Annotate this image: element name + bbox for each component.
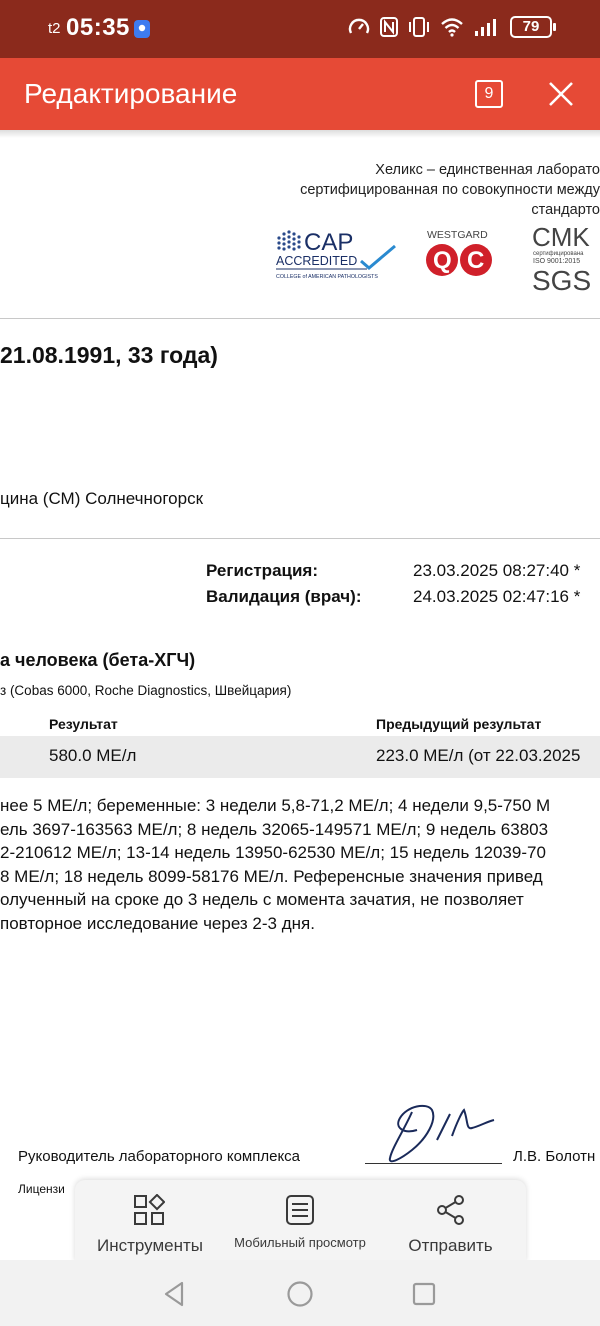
svg-text:SGS: SGS bbox=[532, 265, 591, 294]
mobile-view-label: Мобильный просмотр bbox=[234, 1235, 366, 1250]
wifi-icon bbox=[441, 18, 463, 37]
status-bar: t2 05:35 79 bbox=[0, 0, 600, 58]
svg-text:CAP: CAP bbox=[304, 229, 353, 256]
lab-header-line: стандарто bbox=[531, 202, 600, 218]
clock: 05:35 bbox=[66, 14, 130, 41]
reference-line: олученный на сроке до 3 недель с момента… bbox=[0, 890, 524, 909]
reference-line: повторное исследование через 2-3 дня. bbox=[0, 913, 315, 933]
result-value: 580.0 МЕ/л bbox=[49, 746, 137, 765]
tools-icon bbox=[134, 1194, 165, 1225]
cmk-sgs-logo: CMK сертифицирована ISO 9001:2015 SGS bbox=[532, 222, 591, 294]
reference-values: нее 5 МЕ/л; беременные: 3 недели 5,8-71,… bbox=[0, 794, 550, 935]
svg-text:ISO 9001:2015: ISO 9001:2015 bbox=[533, 258, 580, 265]
document-view-icon bbox=[286, 1195, 314, 1225]
speedometer-icon bbox=[348, 18, 370, 34]
signal-icon bbox=[475, 19, 496, 36]
test-method: з (Cobas 6000, Roche Diagnostics, Швейца… bbox=[0, 683, 292, 698]
validation-value: 24.03.2025 02:47:16 * bbox=[413, 587, 581, 606]
page-title: Редактирование bbox=[24, 78, 238, 109]
patient-dob: 21.08.1991, 33 года) bbox=[0, 342, 218, 368]
back-icon[interactable] bbox=[160, 1280, 188, 1308]
westgard-qc-logo: WESTGARD Q C bbox=[426, 229, 492, 276]
svg-text:COLLEGE of AMERICAN PATHOLOGIS: COLLEGE of AMERICAN PATHOLOGISTS bbox=[276, 274, 378, 280]
mobile-view-button[interactable]: Мобильный просмотр bbox=[225, 1180, 375, 1262]
svg-text:Q: Q bbox=[433, 247, 452, 274]
share-icon bbox=[437, 1195, 464, 1225]
reference-line: нее 5 МЕ/л; беременные: 3 недели 5,8-71,… bbox=[0, 796, 551, 815]
svg-text:WESTGARD: WESTGARD bbox=[427, 229, 488, 241]
clinic-name: цина (СМ) Солнечногорск bbox=[0, 489, 204, 508]
lab-header-line: сертифицированная по совокупности между bbox=[300, 182, 600, 198]
app-header: Редактирование 9 bbox=[0, 58, 600, 130]
signatory-name: Л.В. Болотн bbox=[513, 1148, 596, 1165]
page-count-button[interactable]: 9 bbox=[475, 80, 503, 108]
handwritten-signature bbox=[388, 1104, 495, 1163]
header-shadow bbox=[0, 130, 600, 138]
status-icons: 79 bbox=[348, 16, 556, 38]
svg-text:ACCREDITED: ACCREDITED bbox=[276, 254, 357, 268]
test-name: а человека (бета-ХГЧ) bbox=[0, 650, 196, 670]
system-nav-bar bbox=[0, 1260, 600, 1326]
battery-icon: 79 bbox=[510, 16, 556, 38]
close-icon[interactable] bbox=[545, 78, 577, 110]
signature-line bbox=[365, 1163, 502, 1164]
svg-text:сертифицирована: сертифицирована bbox=[533, 251, 584, 257]
registration-value: 23.03.2025 08:27:40 * bbox=[413, 561, 581, 580]
tools-label: Инструменты bbox=[96, 1236, 203, 1255]
registration-label: Регистрация: bbox=[206, 561, 319, 580]
vibrate-icon bbox=[409, 17, 429, 37]
bottom-toolbar: Инструменты Мобильный просмотр Отправить bbox=[75, 1180, 526, 1262]
lab-header-line: Хеликс – единственная лаборато bbox=[375, 162, 600, 178]
previous-result-column-header: Предыдущий результат bbox=[376, 716, 542, 732]
carrier-label: t2 bbox=[48, 20, 61, 37]
share-button[interactable]: Отправить bbox=[375, 1180, 526, 1262]
divider bbox=[0, 538, 600, 539]
license-text: Лицензи bbox=[18, 1182, 65, 1196]
home-icon[interactable] bbox=[286, 1280, 314, 1308]
nfc-icon bbox=[380, 17, 398, 37]
validation-label: Валидация (врач): bbox=[206, 587, 362, 606]
divider bbox=[0, 318, 600, 319]
location-pin-icon bbox=[134, 20, 150, 38]
svg-text:CMK: CMK bbox=[532, 222, 590, 252]
lab-header-text: Хеликс – единственная лаборато сертифици… bbox=[300, 160, 600, 220]
signature-label: Руководитель лабораторного комплекса bbox=[18, 1148, 301, 1165]
reference-line: 2-210612 МЕ/л; 13-14 недель 13950-62530 … bbox=[0, 843, 546, 862]
cap-accredited-logo: CAP ACCREDITED COLLEGE of AMERICAN PATHO… bbox=[276, 229, 396, 280]
reference-line: 8 МЕ/л; 18 недель 8099-58176 МЕ/л. Рефер… bbox=[0, 866, 543, 886]
reference-line: ель 3697-163563 МЕ/л; 8 недель 32065-149… bbox=[0, 819, 549, 839]
share-label: Отправить bbox=[408, 1236, 493, 1255]
result-column-header: Результат bbox=[49, 716, 118, 732]
svg-text:C: C bbox=[467, 247, 484, 274]
previous-result-value: 223.0 МЕ/л (от 22.03.2025 bbox=[376, 746, 581, 765]
recents-icon[interactable] bbox=[410, 1280, 438, 1308]
tools-button[interactable]: Инструменты bbox=[75, 1180, 225, 1262]
